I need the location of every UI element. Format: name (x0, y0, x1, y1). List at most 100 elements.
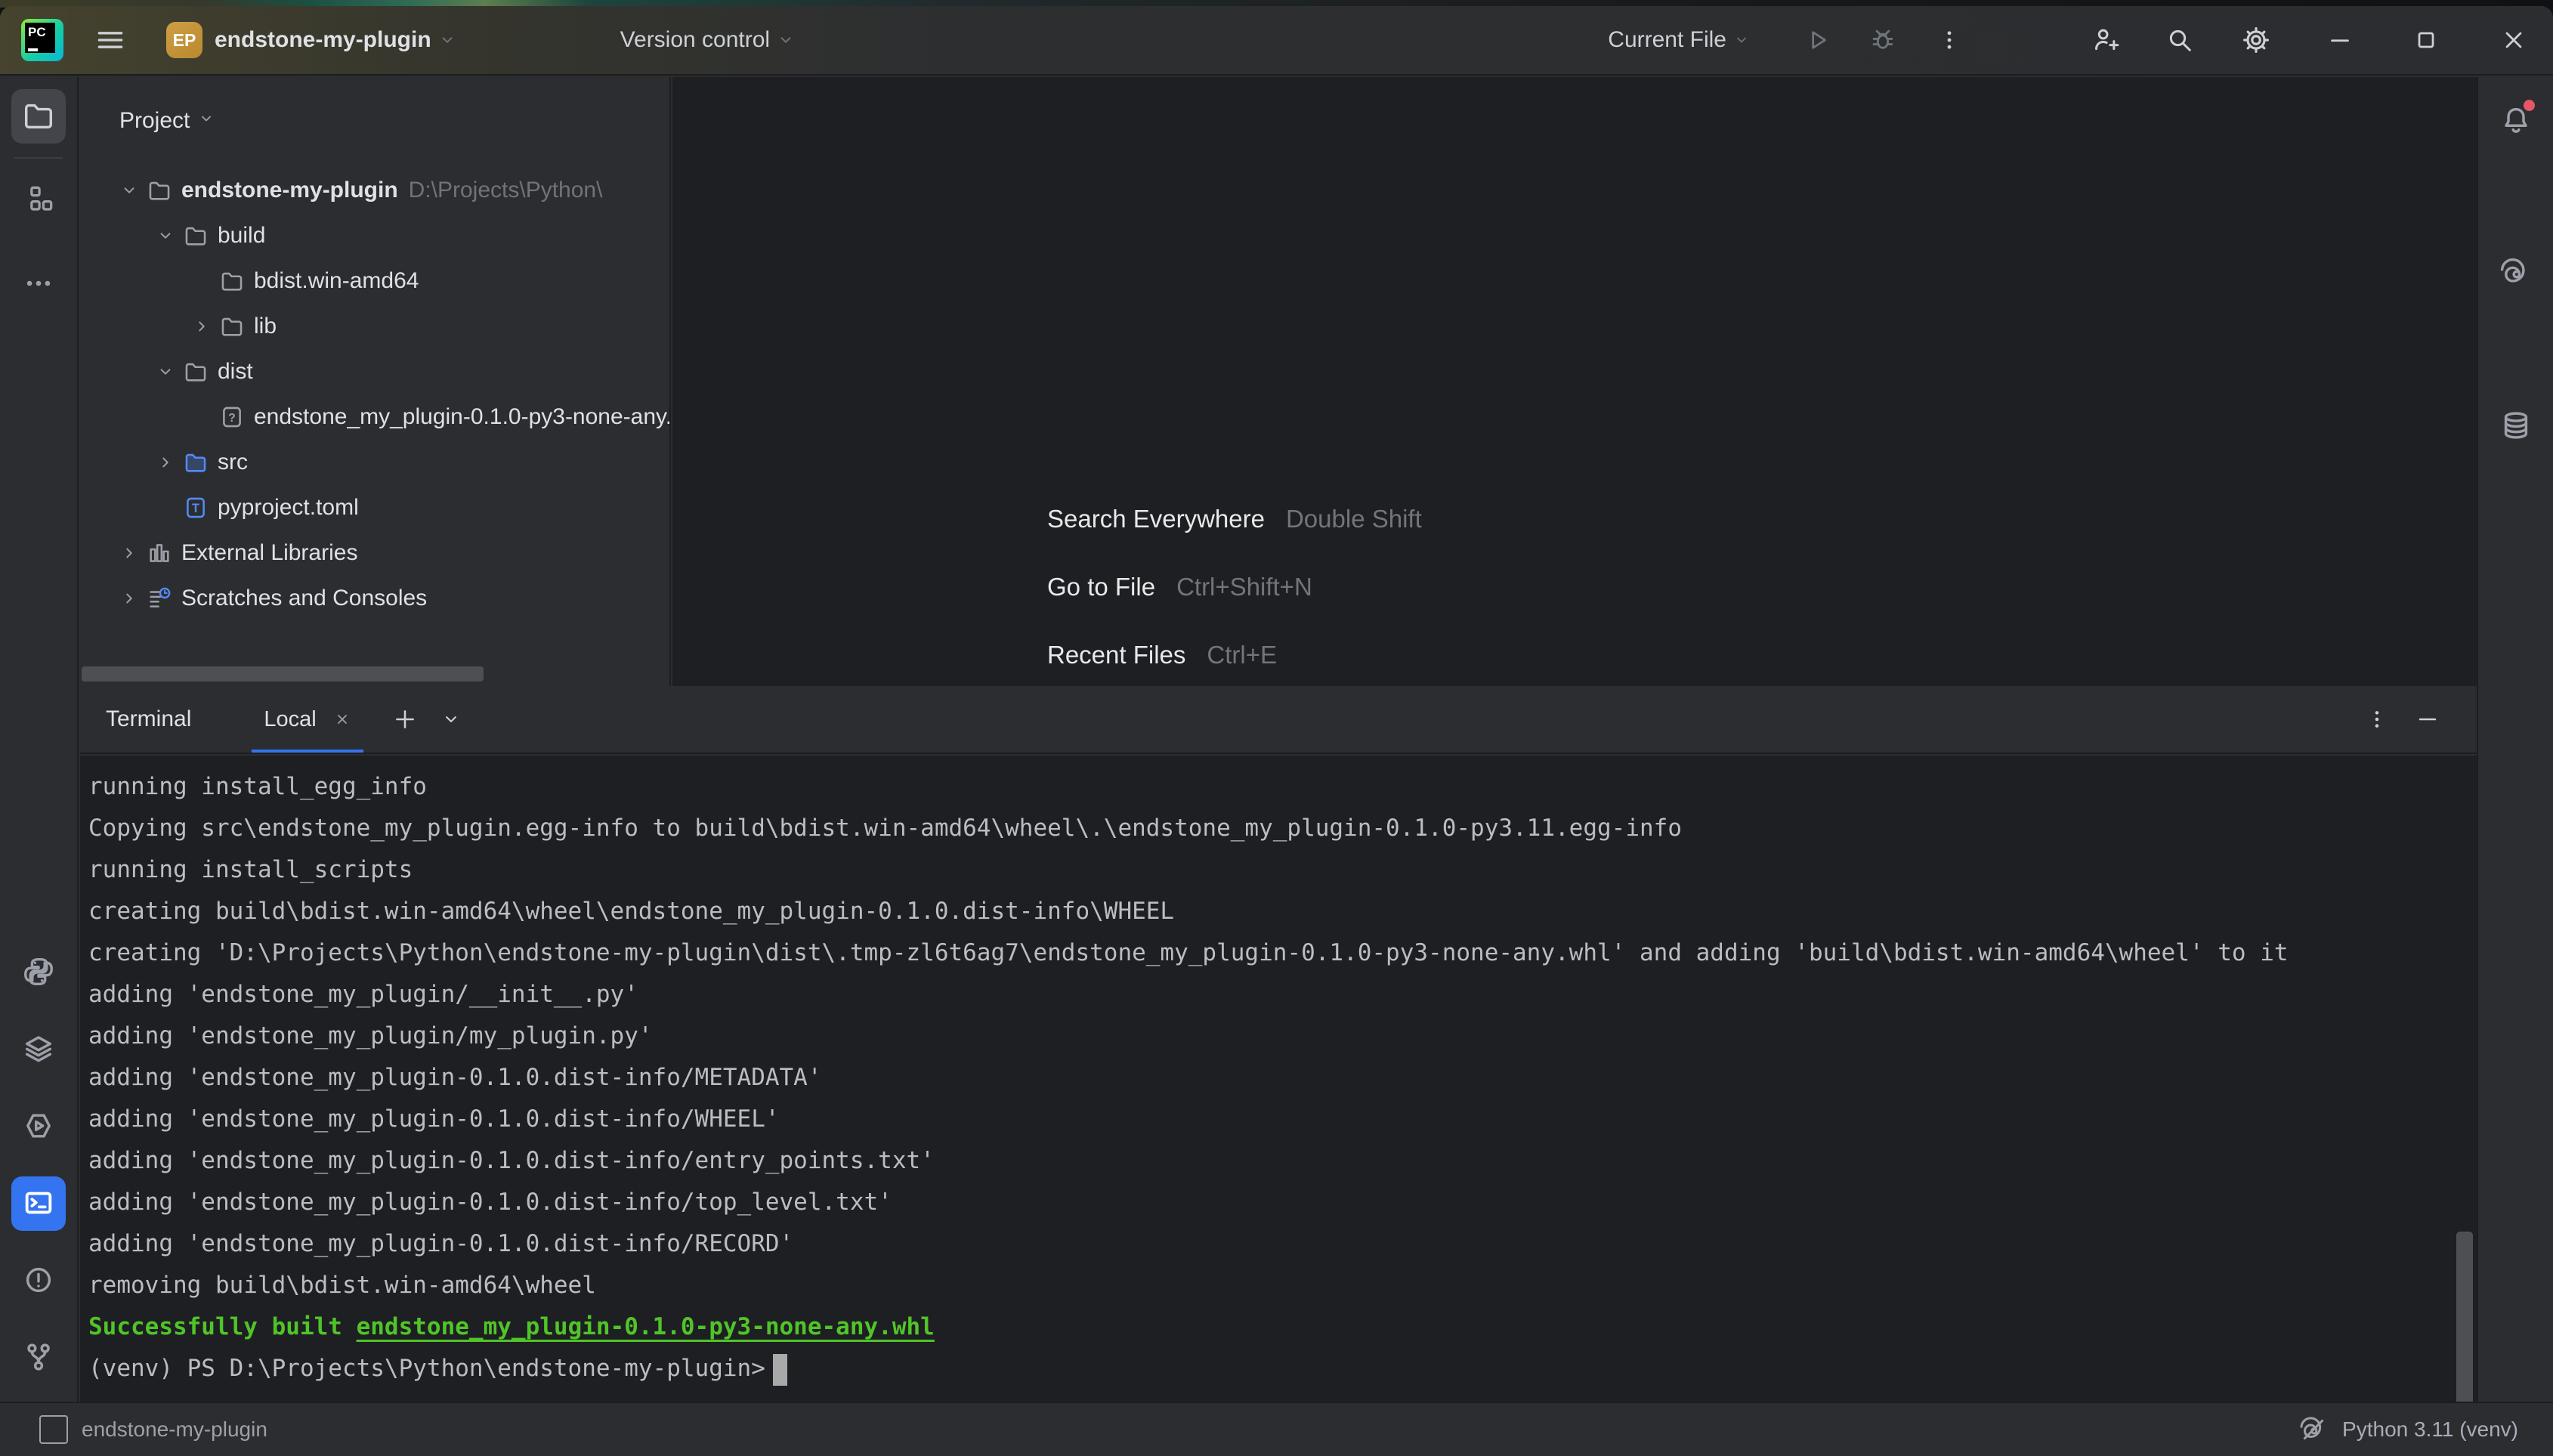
hamburger-icon (94, 23, 127, 57)
ai-disabled-icon (2298, 1414, 2329, 1445)
new-terminal-tab-button[interactable] (392, 706, 418, 732)
tree-row-src[interactable]: src (80, 440, 669, 485)
tree-item-label: src (218, 450, 248, 475)
source-folder-icon (183, 450, 209, 475)
ai-assistant-button[interactable] (2493, 251, 2539, 296)
tool-structure-button[interactable] (11, 172, 66, 227)
close-icon (2500, 26, 2527, 54)
toml-file-icon: T (183, 495, 209, 521)
terminal-hide-button[interactable] (2415, 706, 2440, 732)
chevron-down-icon[interactable] (156, 226, 183, 246)
project-name: endstone-my-plugin (215, 27, 431, 53)
tool-services-button[interactable] (11, 1099, 66, 1154)
debug-button[interactable] (1868, 26, 1897, 54)
terminal-line: adding 'endstone_my_plugin-0.1.0.dist-in… (88, 1223, 2477, 1265)
project-panel-title[interactable]: Project (119, 108, 190, 134)
tool-more-button[interactable] (11, 257, 66, 311)
bug-icon (1868, 26, 1897, 54)
terminal-line: running install_scripts (88, 849, 2477, 891)
tree-item-label: External Libraries (181, 540, 357, 566)
folder-icon (183, 223, 209, 249)
terminal-success-line: Successfully built endstone_my_plugin-0.… (88, 1306, 2477, 1348)
svg-text:T: T (192, 502, 199, 515)
ai-assistant-status-button[interactable] (2298, 1414, 2329, 1445)
terminal-panel-title[interactable]: Terminal (106, 706, 191, 732)
tree-item-label: Scratches and Consoles (181, 586, 427, 611)
chevron-down-icon[interactable] (119, 181, 147, 200)
chevron-right-icon[interactable] (156, 453, 183, 472)
terminal-output[interactable]: running install_egg_info Copying src\end… (80, 756, 2477, 1408)
terminal-vertical-scrollbar[interactable] (2456, 1232, 2473, 1405)
tree-row-pyproject[interactable]: T pyproject.toml (80, 485, 669, 530)
minimize-icon (2326, 26, 2354, 54)
database-button[interactable] (2493, 403, 2539, 449)
unknown-file-icon: ? (219, 404, 245, 430)
window-maximize-button[interactable] (2412, 26, 2440, 54)
editor-empty-area: Search Everywhere Double Shift Go to Fil… (672, 77, 2477, 686)
tree-row-external-libraries[interactable]: External Libraries (80, 530, 669, 576)
window-minimize-button[interactable] (2326, 26, 2354, 54)
version-control-label: Version control (620, 27, 770, 53)
chevron-down-icon (776, 30, 796, 50)
terminal-line: adding 'endstone_my_plugin-0.1.0.dist-in… (88, 1099, 2477, 1140)
more-actions-button[interactable] (1936, 27, 1962, 53)
tool-python-console-button[interactable] (11, 945, 66, 1000)
chevron-right-icon[interactable] (119, 589, 147, 608)
terminal-tab-local[interactable]: Local (252, 686, 363, 753)
terminal-tab-label: Local (264, 707, 316, 732)
tree-row-wheel-file[interactable]: ? endstone_my_plugin-0.1.0-py3-none-any.… (80, 394, 669, 440)
run-button[interactable] (1803, 26, 1832, 54)
version-control-menu[interactable]: Version control (539, 27, 796, 53)
database-icon (2499, 408, 2533, 445)
settings-button[interactable] (2240, 24, 2272, 56)
terminal-line: adding 'endstone_my_plugin-0.1.0.dist-in… (88, 1182, 2477, 1223)
terminal-options-button[interactable] (2365, 707, 2389, 731)
run-configuration-selector[interactable]: Current File (1608, 27, 1751, 53)
tree-item-label: bdist.win-amd64 (254, 268, 419, 294)
project-avatar-badge[interactable]: EP (166, 22, 202, 58)
title-bar: PC EP endstone-my-plugin Version control… (0, 6, 2553, 76)
tree-row-project-root[interactable]: endstone-my-plugin D:\Projects\Python\ (80, 168, 669, 213)
tool-version-control-button[interactable] (11, 1331, 66, 1385)
wheel-file-link[interactable]: endstone_my_plugin-0.1.0-py3-none-any.wh… (357, 1313, 935, 1340)
tool-terminal-button[interactable] (11, 1176, 66, 1231)
code-with-me-button[interactable] (2091, 25, 2121, 55)
tree-row-build[interactable]: build (80, 213, 669, 258)
project-horizontal-scrollbar[interactable] (82, 666, 484, 682)
chevron-right-icon[interactable] (192, 317, 219, 336)
main-menu-button[interactable] (94, 23, 127, 57)
scratches-icon (147, 586, 172, 611)
terminal-line: creating 'D:\Projects\Python\endstone-my… (88, 932, 2477, 974)
shortcut-hint-row[interactable]: Recent Files Ctrl+E (1047, 641, 1422, 679)
tree-row-scratches[interactable]: Scratches and Consoles (80, 576, 669, 621)
terminal-tab-dropdown-button[interactable] (440, 709, 462, 730)
project-tool-window: Project endstone-my-plugin D:\Projects\P… (80, 77, 671, 686)
git-branch-icon (21, 1340, 56, 1377)
close-icon[interactable] (333, 710, 351, 728)
tree-row-bdist[interactable]: bdist.win-amd64 (80, 258, 669, 304)
chevron-down-icon[interactable] (156, 362, 183, 382)
tool-problems-button[interactable] (11, 1254, 66, 1308)
python-interpreter-selector[interactable]: Python 3.11 (venv) (2342, 1417, 2518, 1442)
folder-icon (219, 314, 245, 339)
search-everywhere-button[interactable] (2165, 25, 2195, 55)
tree-item-path-hint: D:\Projects\Python\ (409, 178, 603, 203)
kebab-horizontal-icon (22, 267, 55, 302)
tool-project-button[interactable] (11, 89, 66, 144)
libraries-icon (147, 540, 172, 566)
window-close-button[interactable] (2500, 26, 2527, 54)
tool-python-packages-button[interactable] (11, 1022, 66, 1077)
project-selector[interactable]: endstone-my-plugin (202, 27, 457, 53)
shortcut-hint-row[interactable]: Go to File Ctrl+Shift+N (1047, 573, 1422, 611)
terminal-line: adding 'endstone_my_plugin-0.1.0.dist-in… (88, 1057, 2477, 1099)
layers-icon (21, 1031, 56, 1068)
right-tool-rail (2477, 77, 2553, 1408)
chevron-down-icon (437, 30, 457, 50)
tree-row-lib[interactable]: lib (80, 304, 669, 349)
tree-row-dist[interactable]: dist (80, 349, 669, 394)
chevron-right-icon[interactable] (119, 543, 147, 563)
notifications-button[interactable] (2493, 98, 2539, 144)
plus-icon (392, 706, 418, 732)
shortcut-hint-row[interactable]: Search Everywhere Double Shift (1047, 505, 1422, 543)
search-icon (2165, 25, 2195, 55)
